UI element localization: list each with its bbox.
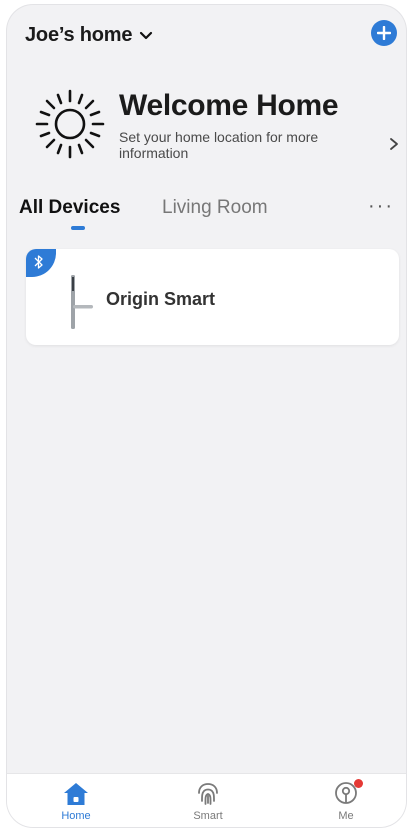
home-name: Joe’s home bbox=[25, 24, 133, 46]
more-options-icon[interactable]: ··· bbox=[368, 195, 394, 218]
active-tab-indicator bbox=[71, 226, 85, 230]
welcome-banner[interactable]: Welcome Home Set your home location for … bbox=[7, 83, 406, 168]
welcome-subtitle: Set your home location for more informat… bbox=[119, 129, 319, 161]
sun-icon bbox=[35, 89, 105, 159]
bottom-navigation: Home Smart Me bbox=[7, 773, 406, 827]
nav-home[interactable]: Home bbox=[36, 781, 116, 822]
bluetooth-icon bbox=[34, 255, 43, 269]
chevron-down-icon bbox=[140, 31, 153, 39]
tab-living-room[interactable]: Living Room bbox=[162, 197, 268, 219]
nav-me-label: Me bbox=[338, 810, 354, 822]
bluetooth-badge bbox=[26, 249, 56, 277]
smart-lock-icon bbox=[71, 275, 93, 329]
fingerprint-icon bbox=[198, 783, 218, 805]
plus-icon bbox=[377, 26, 391, 40]
home-icon bbox=[64, 783, 88, 805]
nav-smart-label: Smart bbox=[193, 810, 223, 822]
chevron-right-icon[interactable] bbox=[388, 137, 400, 151]
notification-dot bbox=[354, 779, 363, 788]
nav-home-label: Home bbox=[61, 810, 91, 822]
top-bar: Joe’s home bbox=[7, 5, 406, 65]
tab-all-devices[interactable]: All Devices bbox=[19, 197, 120, 219]
room-tabs: All Devices Living Room ··· bbox=[7, 193, 406, 237]
app-screen: Joe’s home Welcome Home Set your home lo… bbox=[7, 5, 406, 827]
add-device-button[interactable] bbox=[371, 20, 397, 46]
device-name: Origin Smart bbox=[106, 289, 216, 309]
device-card-origin-smart[interactable]: Origin Smart bbox=[26, 249, 399, 345]
welcome-title: Welcome Home bbox=[119, 89, 339, 122]
nav-smart[interactable]: Smart bbox=[168, 781, 248, 822]
home-selector[interactable]: Joe’s home bbox=[25, 24, 154, 47]
nav-me[interactable]: Me bbox=[306, 779, 386, 822]
